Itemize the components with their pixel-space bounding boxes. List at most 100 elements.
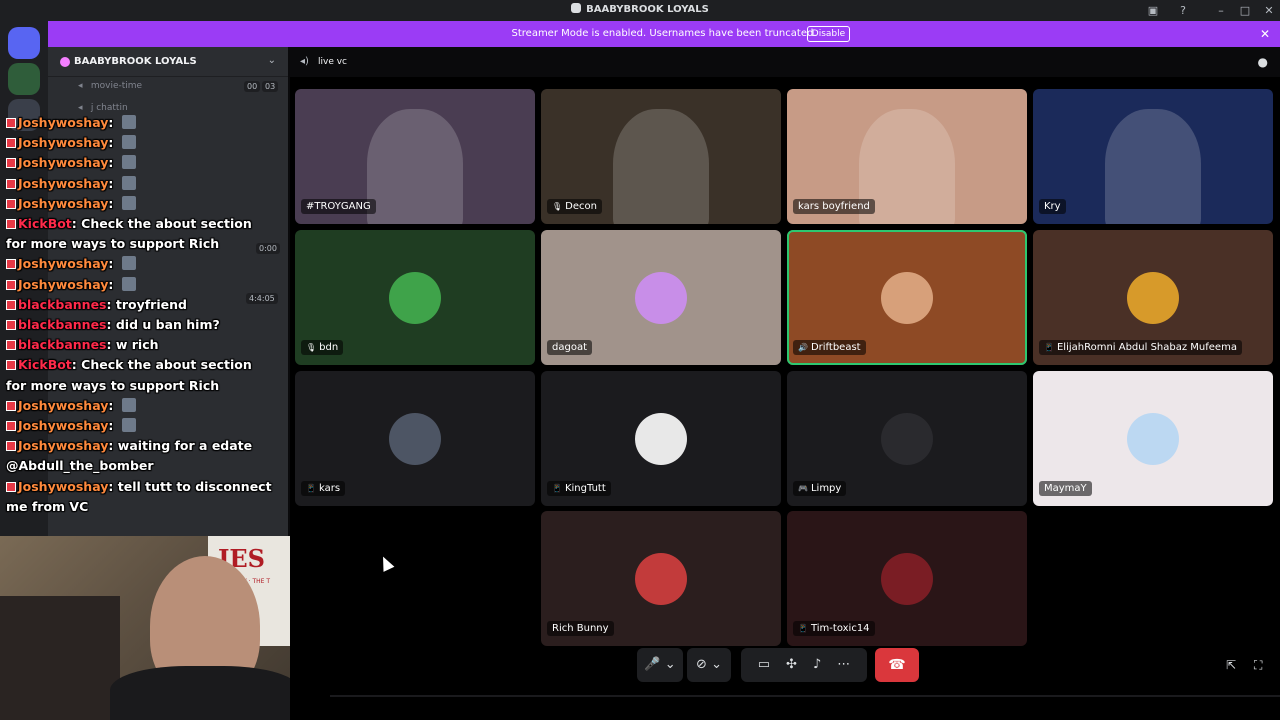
- participant-name: bdn: [319, 342, 339, 353]
- chat-message: for more ways to support Rich: [0, 234, 290, 254]
- streamer-shirt: [110, 666, 300, 720]
- participant-name-label: Rich Bunny: [547, 621, 614, 636]
- participant-avatar: [389, 412, 441, 465]
- chat-separator: :: [108, 438, 118, 454]
- participant-video: [367, 109, 463, 224]
- status-icon: 🔊: [798, 343, 808, 352]
- server-header[interactable]: BAABYBROOK LOYALS ⌄: [48, 47, 288, 77]
- participant-name-label: 📱 ElijahRomni Abdul Shabaz Mufeema: [1039, 340, 1242, 355]
- more-icon[interactable]: ⋯: [837, 657, 850, 672]
- chat-message: Joshywoshay:: [0, 174, 290, 194]
- chat-separator: :: [108, 195, 118, 211]
- chat-emote-icon: [121, 135, 136, 150]
- disable-streamer-mode-button[interactable]: Disable: [807, 26, 850, 42]
- chat-badge-icon: [6, 279, 16, 290]
- participant-name-label: kars boyfriend: [793, 199, 875, 214]
- chat-separator: :: [106, 337, 116, 353]
- popout-icon[interactable]: ⇱: [1226, 658, 1236, 672]
- chat-badge-icon: [6, 219, 16, 230]
- chat-badge-icon: [6, 158, 16, 169]
- participant-tile[interactable]: 🔊 Driftbeast: [787, 230, 1027, 365]
- chat-text: troyfriend: [115, 296, 187, 312]
- chat-message: Joshywoshay:: [0, 254, 290, 274]
- chevron-down-icon: ⌄: [664, 657, 676, 672]
- chat-separator: :: [108, 155, 118, 171]
- chat-badge-icon: [6, 421, 16, 432]
- minimize-icon[interactable]: –: [1210, 2, 1232, 19]
- timer-badge: 00: [244, 81, 261, 92]
- chevron-down-icon[interactable]: ⌄: [268, 55, 276, 66]
- chat-message: me from VC: [0, 497, 290, 517]
- participant-tile[interactable]: 🎙 bdn: [295, 230, 535, 365]
- channel-movie-time[interactable]: ◂ movie-time: [78, 81, 142, 91]
- server-icon-green[interactable]: [8, 63, 40, 95]
- window-titlebar: BAABYBROOK LOYALS ▣ ? – □ ✕: [0, 0, 1280, 21]
- participant-tile[interactable]: 🎙 Decon: [541, 89, 781, 224]
- soundboard-icon[interactable]: ♪: [813, 657, 821, 672]
- chat-bubble-icon[interactable]: ●: [1258, 55, 1268, 69]
- close-window-icon[interactable]: ✕: [1258, 2, 1280, 19]
- chat-emote-icon: [121, 397, 136, 412]
- participant-name-label: Kry: [1039, 199, 1066, 214]
- screenshare-icon[interactable]: ▭: [758, 657, 770, 672]
- chat-separator: :: [108, 397, 118, 413]
- participant-avatar: [881, 552, 933, 605]
- fullscreen-icon[interactable]: ⛶: [1254, 658, 1262, 673]
- discord-home-icon[interactable]: [8, 27, 40, 59]
- activities-icon[interactable]: ✣: [786, 657, 797, 672]
- participant-tile[interactable]: 📱 Tim-toxic14: [787, 511, 1027, 646]
- channel-j-chattin[interactable]: ◂ j chattin: [78, 103, 128, 113]
- chat-message: Joshywoshay:: [0, 396, 290, 416]
- chat-badge-icon: [6, 259, 16, 270]
- chat-username: Joshywoshay: [18, 276, 109, 292]
- chat-badge-icon: [6, 340, 16, 351]
- chat-message: Joshywoshay:: [0, 113, 290, 133]
- status-icon: 🎮: [798, 484, 808, 493]
- chat-emote-icon: [121, 175, 136, 190]
- participant-name-label: 🎮 Limpy: [793, 481, 847, 496]
- chat-message: for more ways to support Rich: [0, 376, 290, 396]
- server-icon: [571, 3, 582, 13]
- participant-tile[interactable]: Rich Bunny: [541, 511, 781, 646]
- help-icon[interactable]: ?: [1172, 2, 1194, 19]
- participant-tile[interactable]: dagoat: [541, 230, 781, 365]
- close-banner-icon[interactable]: ✕: [1260, 27, 1270, 41]
- chat-separator: :: [71, 357, 82, 373]
- participant-tile[interactable]: kars boyfriend: [787, 89, 1027, 224]
- participant-name-label: MaymaY: [1039, 481, 1092, 496]
- camera-button[interactable]: ⊘ ⌄: [687, 648, 731, 682]
- participant-tile[interactable]: MaymaY: [1033, 371, 1273, 506]
- participant-tile[interactable]: 🎮 Limpy: [787, 371, 1027, 506]
- participant-avatar: [881, 271, 933, 324]
- chat-separator: :: [108, 175, 118, 191]
- chat-message: Joshywoshay: waiting for a edate: [0, 436, 290, 456]
- inbox-icon[interactable]: ▣: [1142, 2, 1164, 19]
- actions-group: ▭ ✣ ♪ ⋯: [741, 648, 867, 682]
- hangup-button[interactable]: ☎: [875, 648, 919, 682]
- participant-name: kars: [318, 483, 341, 494]
- participant-tile[interactable]: 📱 ElijahRomni Abdul Shabaz Mufeema: [1033, 230, 1273, 365]
- chat-username: blackbannes: [18, 317, 107, 333]
- chat-badge-icon: [6, 360, 16, 371]
- microphone-button[interactable]: 🎤 ⌄: [637, 648, 683, 682]
- streamer-mode-banner: Streamer Mode is enabled. Usernames have…: [48, 21, 1280, 47]
- participant-video: [613, 109, 709, 224]
- chat-message: KickBot: Check the about section: [0, 214, 290, 234]
- voice-channel-header: ◂) live vc ●: [290, 47, 1280, 77]
- participant-tile[interactable]: 📱 KingTutt: [541, 371, 781, 506]
- participant-tile[interactable]: #TROYGANG: [295, 89, 535, 224]
- chat-emote-icon: [121, 276, 136, 291]
- chat-username: blackbannes: [18, 296, 107, 312]
- chat-message: Joshywoshay:: [0, 153, 290, 173]
- participant-name-label: 📱 KingTutt: [547, 481, 611, 496]
- chat-separator: :: [108, 135, 118, 151]
- participant-tile[interactable]: Kry: [1033, 89, 1273, 224]
- timer-badge: 03: [262, 81, 279, 92]
- webcam-background: [0, 596, 120, 720]
- chat-separator: :: [108, 418, 118, 434]
- participant-name-label: 🎙 bdn: [301, 340, 344, 355]
- maximize-icon[interactable]: □: [1234, 2, 1256, 19]
- status-icon: 📱: [306, 484, 316, 493]
- chat-message: blackbannes: troyfriend: [0, 295, 290, 315]
- participant-tile[interactable]: 📱 kars: [295, 371, 535, 506]
